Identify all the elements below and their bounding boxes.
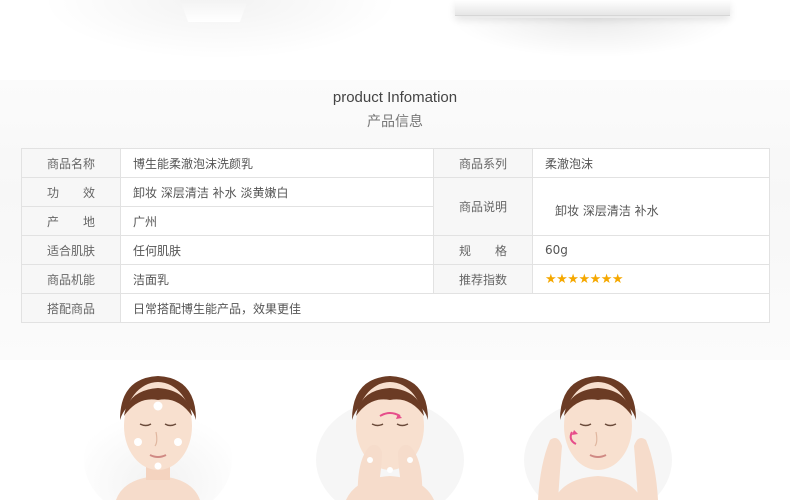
table-row: 商品名称 博生能柔澈泡沫洗颜乳 商品系列 柔澈泡沫 [21,148,770,178]
value-product-series: 柔澈泡沫 [532,148,770,178]
table-row: 功 效 卸妆 深层清洁 补水 淡黄嫩白 商品说明 卸妆 深层清洁 补水 [21,177,770,236]
value-effect: 卸妆 深层清洁 补水 淡黄嫩白 [120,177,434,207]
rating-stars-icon: ★★★★★★★ [545,271,624,287]
label-skin-type: 适合肌肤 [21,235,121,265]
face-foam-dots-icon [78,360,238,500]
label-effect: 功 效 [21,177,121,207]
section-title-cn: 产品信息 [367,114,423,130]
value-product-name: 博生能柔澈泡沫洗颜乳 [120,148,434,178]
shelf-shadow [450,18,735,58]
label-matching-products: 搭配商品 [21,293,121,323]
label-function: 商品机能 [21,264,121,294]
label-spec: 规 格 [433,235,533,265]
value-origin: 广州 [120,206,434,236]
section-title-en: product Infomation [332,89,458,106]
value-function: 洁面乳 [120,264,434,294]
table-row: 适合肌肤 任何肌肤 规 格 60g [21,235,770,265]
value-matching-products: 日常搭配博生能产品，效果更佳 [120,293,770,323]
product-shelf [455,0,730,16]
label-product-name: 商品名称 [21,148,121,178]
value-product-description: 卸妆 深层清洁 补水 [532,177,770,236]
table-row: 商品机能 洁面乳 推荐指数 ★★★★★★★ [21,264,770,294]
label-product-description: 商品说明 [433,177,533,236]
value-spec: 60g [532,235,770,265]
face-washing-nose-icon [310,360,470,500]
face-massage-cheeks-icon [518,360,678,500]
label-origin: 产 地 [21,206,121,236]
label-product-series: 商品系列 [433,148,533,178]
label-recommend-index: 推荐指数 [433,264,533,294]
product-info-table: 商品名称 博生能柔澈泡沫洗颜乳 商品系列 柔澈泡沫 功 效 卸妆 深层清洁 补水… [21,148,770,323]
product-bottle-base [180,0,248,22]
value-skin-type: 任何肌肤 [120,235,434,265]
value-recommend-index: ★★★★★★★ [532,264,770,294]
table-row: 搭配商品 日常搭配博生能产品，效果更佳 [21,293,770,323]
